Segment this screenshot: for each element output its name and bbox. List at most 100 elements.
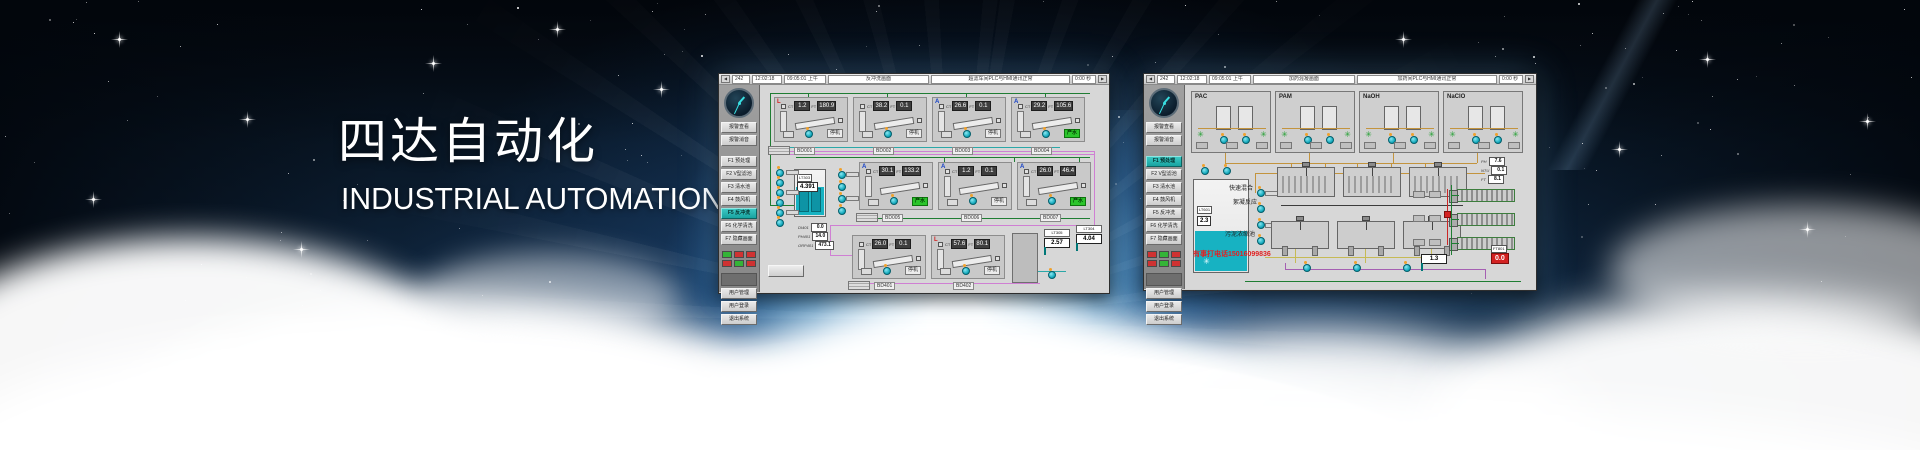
nav-prev-button[interactable]: ◀ <box>1146 75 1155 83</box>
alarm-strip <box>768 146 790 155</box>
value-chip <box>1448 142 1460 149</box>
valve-icon <box>923 183 928 188</box>
menu-f6-button[interactable]: F6 化学清洗 <box>721 221 757 232</box>
chemical-label: NaClO <box>1447 94 1465 100</box>
agitator-icon <box>1259 130 1268 139</box>
menu-f1-button[interactable]: F1 预处理 <box>721 156 757 167</box>
ft-label: FT <box>890 104 895 109</box>
dosing-tank <box>1406 106 1421 130</box>
cloud <box>420 252 680 342</box>
ct-value: 57.6 <box>951 239 967 249</box>
ft-value: 105.6 <box>1054 101 1073 111</box>
membrane-module <box>959 182 1000 195</box>
unit-displays: CT 26.6 FT 0.1 <box>946 101 991 111</box>
readout: NTU 0.1 <box>1481 166 1507 175</box>
agitator-icon <box>1364 130 1373 139</box>
value-chip <box>1340 142 1352 149</box>
pipe <box>1014 157 1015 162</box>
readout-label: PH <box>1481 159 1487 164</box>
hero-banner: 四达自动化 INDUSTRIAL AUTOMATION ◀ 242 12:02:… <box>0 0 1920 450</box>
tank-tag: LT305 <box>1044 229 1070 237</box>
menu-f7-button[interactable]: F7 隐藏画面 <box>1146 234 1182 245</box>
pipe <box>770 93 1090 94</box>
status-lamp <box>734 251 744 258</box>
scada-titlebar: ◀ 242 12:02:18 09:05:01 上午 反冲洗画面 超滤车间PLC… <box>719 74 1109 85</box>
menu-f3-button[interactable]: F3 清水池 <box>721 182 757 193</box>
ft-label: FT <box>811 104 816 109</box>
pipe <box>1265 257 1445 258</box>
nav-prev-button[interactable]: ◀ <box>721 75 730 83</box>
value-chip <box>1424 142 1436 149</box>
pipe <box>1282 128 1350 129</box>
unit-displays: CT 30.1 FT 133.2 <box>873 166 921 176</box>
menu-f4-button[interactable]: F4 鼓风机 <box>721 195 757 206</box>
pipe <box>1451 219 1459 220</box>
scada-sidebar: 报警查看 报警消音 F1 预处理 F2 V型滤池 F3 清水池 F4 鼓风机 F… <box>1144 85 1185 289</box>
menu-f5-button-active[interactable]: F5 反冲洗 <box>721 208 757 219</box>
alarm-view-button[interactable]: 报警查看 <box>1146 122 1182 133</box>
alarm-mute-button[interactable]: 报警消音 <box>721 135 757 146</box>
pipe <box>1255 173 1256 193</box>
filter-column <box>944 176 951 197</box>
status-indicator-grid <box>1147 251 1181 267</box>
menu-f5-button[interactable]: F5 反冲洗 <box>1146 208 1182 219</box>
valve-icon <box>1075 118 1080 123</box>
date-field: 242 <box>1157 75 1175 84</box>
valve-icon <box>945 169 950 174</box>
tank-tag: LT303 <box>797 174 812 182</box>
menu-f4-button[interactable]: F4 鼓风机 <box>1146 195 1182 206</box>
aux-box <box>1026 199 1037 206</box>
valve-icon <box>917 118 922 123</box>
chemical-label: NaOH <box>1363 94 1380 100</box>
exit-system-button[interactable]: 退出系统 <box>1146 314 1182 325</box>
user-login-button[interactable]: 用户登录 <box>721 301 757 312</box>
alarm-view-button[interactable]: 报警查看 <box>721 122 757 133</box>
nav-next-button[interactable]: ▶ <box>1525 75 1534 83</box>
ft-label: FT <box>969 104 974 109</box>
unit-status-badge: 产水 <box>912 197 928 206</box>
menu-f1-button-active[interactable]: F1 预处理 <box>1146 156 1182 167</box>
uf-unit: A CT 1.2 FT 0.1 停机 <box>938 162 1012 210</box>
mixer-motor <box>1296 216 1304 221</box>
unit-displays: CT 57.6 FT 80.1 <box>945 239 990 249</box>
pipe <box>1094 151 1095 225</box>
datetime-field: 09:05:01 上午 <box>1209 75 1251 84</box>
readout-value: 7.6 <box>1489 157 1505 166</box>
menu-f7-button[interactable]: F7 隐藏画面 <box>721 234 757 245</box>
menu-f3-button[interactable]: F3 清水池 <box>1146 182 1182 193</box>
uf-unit: L CT 57.6 FT 80.1 停机 <box>931 235 1005 279</box>
aux-box <box>947 199 958 206</box>
pump-icon <box>1242 136 1250 144</box>
filter-column <box>865 176 872 197</box>
valve-icon <box>1018 104 1023 109</box>
aux-box <box>868 199 879 206</box>
unit-status-badge: 产水 <box>1064 129 1080 138</box>
exit-system-button[interactable]: 退出系统 <box>721 314 757 325</box>
star-glint <box>1866 120 1869 123</box>
thickener-label: 污泥浓缩池 <box>1225 229 1255 238</box>
alarm-mute-button[interactable]: 报警消音 <box>1146 135 1182 146</box>
screen-button[interactable] <box>768 265 804 277</box>
nav-next-button[interactable]: ▶ <box>1098 75 1107 83</box>
user-manage-button[interactable]: 用户管理 <box>721 288 757 299</box>
valve-icon <box>916 256 921 261</box>
agitator-icon <box>1280 130 1289 139</box>
readout: ORP401 473.1 <box>798 241 834 250</box>
user-login-button[interactable]: 用户登录 <box>1146 301 1182 312</box>
dosing-tank <box>1468 106 1483 130</box>
pipe <box>1477 153 1478 163</box>
scada-screenshot-right: ◀ 242 12:02:18 09:05:01 上午 加药混凝画面 加药间PLC… <box>1143 73 1537 291</box>
unit-displays: CT 26.0 FT 0.1 <box>866 239 911 249</box>
sludge-thickener <box>1271 221 1329 249</box>
menu-f6-button[interactable]: F6 化学清洗 <box>1146 221 1182 232</box>
valve-icon <box>1002 183 1007 188</box>
user-manage-button[interactable]: 用户管理 <box>1146 288 1182 299</box>
menu-f2-button[interactable]: F2 V型滤池 <box>1146 169 1182 180</box>
star-glint <box>118 38 121 41</box>
menu-f2-button[interactable]: F2 V型滤池 <box>721 169 757 180</box>
unit-status-badge: 停机 <box>827 129 843 138</box>
screen-title-field: 加药混凝画面 <box>1253 75 1355 84</box>
ct-label: CT <box>788 104 793 109</box>
ct-label: CT <box>952 169 957 174</box>
pipe <box>1451 195 1459 196</box>
